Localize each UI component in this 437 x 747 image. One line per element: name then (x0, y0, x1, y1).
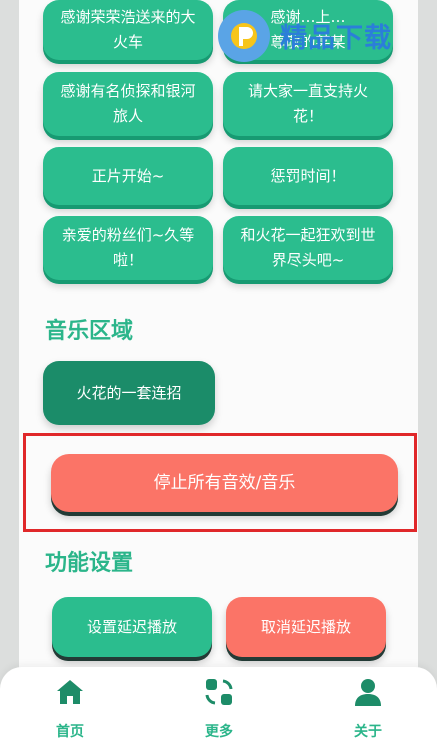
tab-more[interactable]: 更多 (179, 677, 259, 741)
tab-about-label: 关于 (354, 724, 382, 740)
tab-about[interactable]: 关于 (328, 677, 408, 741)
set-delay-button[interactable]: 设置延迟播放 (52, 597, 212, 657)
tab-more-label: 更多 (205, 724, 233, 740)
cancel-delay-label: 取消延迟播放 (260, 617, 351, 636)
watermark: 精品下载 (218, 4, 437, 64)
set-delay-label: 设置延迟播放 (86, 617, 177, 636)
stop-all-audio-button[interactable]: 停止所有音效/音乐 (51, 454, 398, 512)
tab-home[interactable]: 首页 (30, 677, 110, 741)
home-icon (54, 677, 86, 707)
greeting-button-support[interactable]: 请大家一直支持火花！ (223, 72, 393, 136)
music-section-title: 音乐区域 (45, 319, 134, 344)
greeting-button-show-start[interactable]: 正片开始~ (43, 147, 213, 205)
tab-home-label: 首页 (56, 724, 84, 740)
cancel-delay-button[interactable]: 取消延迟播放 (226, 597, 386, 657)
combo-button-label: 火花的一套连招 (76, 383, 182, 402)
greeting-label: 惩罚时间！ (270, 166, 346, 185)
combo-button[interactable]: 火花的一套连招 (43, 361, 215, 425)
greeting-label: 正片开始~ (91, 166, 165, 185)
watermark-logo-icon (218, 10, 270, 62)
greeting-label: 感谢有名侦探和银河旅人 (60, 82, 196, 125)
user-icon (352, 677, 384, 707)
settings-section-title: 功能设置 (45, 551, 134, 576)
greeting-button-gift-train[interactable]: 感谢荣荣浩送来的大火车 (43, 0, 213, 60)
watermark-text: 精品下载 (280, 23, 392, 54)
greeting-label: 和火花一起狂欢到世界尽头吧~ (240, 226, 376, 269)
greeting-button-detective[interactable]: 感谢有名侦探和银河旅人 (43, 72, 213, 136)
more-icon (203, 677, 235, 707)
bottom-tab-bar: 首页 更多 关于 (0, 667, 437, 747)
greeting-label: 感谢荣荣浩送来的大火车 (60, 8, 196, 51)
greeting-button-party[interactable]: 和火花一起狂欢到世界尽头吧~ (223, 216, 393, 280)
greeting-label: 请大家一直支持火花！ (247, 82, 368, 125)
greeting-button-punishment[interactable]: 惩罚时间！ (223, 147, 393, 205)
greeting-button-fans[interactable]: 亲爱的粉丝们~久等啦！ (43, 216, 213, 280)
stop-all-audio-label: 停止所有音效/音乐 (153, 472, 296, 493)
greeting-label: 亲爱的粉丝们~久等啦！ (61, 226, 195, 269)
